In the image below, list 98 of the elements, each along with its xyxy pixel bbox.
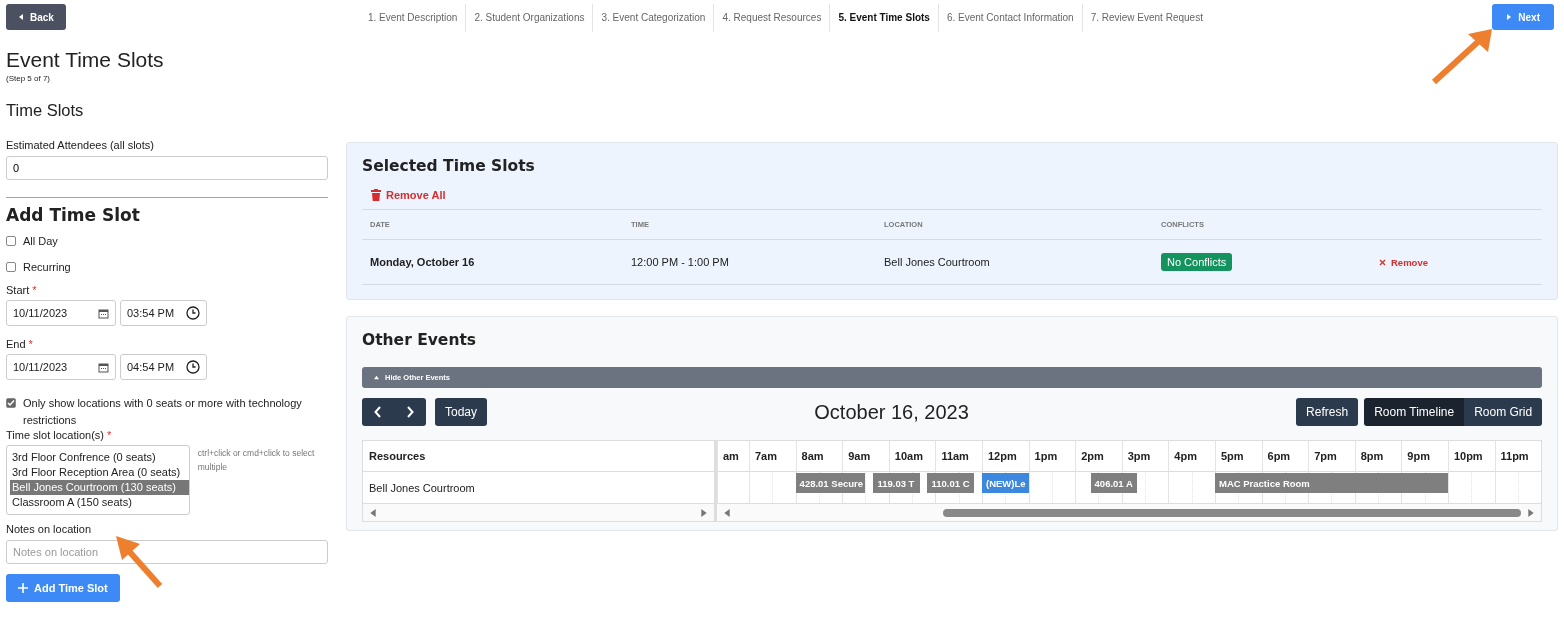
event-block[interactable]: 428.01 Secure	[795, 473, 866, 493]
notes-field[interactable]: Notes on location	[6, 540, 328, 564]
hour-label: 8am	[795, 441, 843, 471]
panel-title: Other Events	[362, 331, 478, 349]
section-title: Add Time Slot	[6, 205, 141, 225]
hour-label: 6pm	[1261, 441, 1309, 471]
field-label: End	[6, 338, 26, 350]
step-tab[interactable]: 4. Request Resources	[714, 4, 831, 32]
required-mark: *	[107, 429, 112, 441]
event-block[interactable]: 406.01 A	[1090, 473, 1138, 493]
hour-label: 7am	[749, 441, 796, 471]
step-tab[interactable]: 2. Student Organizations	[466, 4, 594, 32]
hour-label: 10am	[888, 441, 936, 471]
time-field[interactable]: 03:54 PM	[120, 300, 207, 326]
add-time-slot-button[interactable]: Add Time Slot	[6, 574, 120, 602]
step-indicator: (Step 5 of 7)	[6, 74, 52, 83]
table-cell-text: Monday, October 16	[370, 256, 476, 268]
step-tab[interactable]: 3. Event Categorization	[593, 4, 715, 32]
section-title: Time Slots	[6, 101, 85, 120]
event-block[interactable]: 110.01 C	[927, 473, 975, 493]
date-field[interactable]: 10/11/2023	[6, 300, 116, 326]
hour-label: 7pm	[1308, 441, 1355, 471]
hour-label: 1pm	[1028, 441, 1076, 471]
hour-label: am	[717, 441, 749, 471]
next-day-button[interactable]	[394, 398, 426, 426]
hour-label: 2pm	[1075, 441, 1122, 471]
checkbox[interactable]	[6, 236, 16, 246]
page-title: Event Time Slots	[6, 48, 165, 72]
hour-label: 5pm	[1214, 441, 1262, 471]
trash-icon	[371, 189, 381, 201]
checkbox-label: Recurring	[23, 260, 71, 275]
date-field[interactable]: 10/11/2023	[6, 354, 116, 380]
chevron-right-icon	[406, 406, 414, 418]
step-tab[interactable]: 1. Event Description	[359, 4, 467, 32]
remove-all-link[interactable]: Remove All	[362, 189, 446, 201]
panel-title: Selected Time Slots	[362, 157, 536, 175]
caret-right-icon	[1506, 14, 1513, 20]
close-icon	[1379, 258, 1386, 266]
table-cell-text: Bell Jones Courtroom	[884, 256, 991, 268]
today-button[interactable]: Today	[435, 398, 488, 426]
scroll-left-icon	[369, 508, 377, 517]
column-header: Resources	[363, 441, 714, 472]
field-label: Notes on location	[6, 523, 92, 535]
caret-left-icon	[18, 14, 24, 20]
field-label: Start	[6, 284, 30, 296]
hour-label: 8pm	[1354, 441, 1402, 471]
required-mark: *	[32, 284, 37, 296]
plus-icon	[18, 583, 28, 593]
location-listbox[interactable]: 3rd Floor Confrence (0 seats) 3rd Floor Reception Area (0 seats) Bell Jones Courtroom (130 seats) Classroom A (150 seats)	[6, 445, 190, 515]
list-option[interactable]: 3rd Floor Reception Area (0 seats)	[10, 465, 189, 480]
hour-label: 10pm	[1447, 441, 1495, 471]
checkbox[interactable]	[6, 398, 16, 408]
chevron-left-icon	[374, 406, 382, 418]
scroll-right-icon	[700, 508, 708, 517]
view-tab[interactable]: Room Grid	[1464, 398, 1543, 426]
back-button[interactable]: Back	[6, 4, 66, 30]
refresh-button[interactable]: Refresh	[1296, 398, 1359, 426]
step-tab[interactable]: 6. Event Contact Information	[938, 4, 1083, 32]
pointer-arrow-icon	[1430, 28, 1494, 86]
required-mark: *	[28, 338, 33, 350]
checkbox-label: All Day	[23, 234, 58, 249]
calendar-date: October 16, 2023	[813, 400, 970, 424]
step-tab[interactable]: 7. Review Event Request	[1082, 4, 1211, 32]
hour-label: 9pm	[1401, 441, 1448, 471]
event-block[interactable]: (NEW)Le	[982, 473, 1029, 493]
caret-up-icon	[374, 375, 379, 380]
remove-link[interactable]: Remove	[1370, 256, 1428, 268]
checkbox-label: Only show locations with 0 seats or more with technology restrictions	[23, 396, 303, 428]
time-field[interactable]: 04:54 PM	[120, 354, 207, 380]
scroll-left-icon	[723, 508, 731, 517]
scrollbar-thumb[interactable]	[943, 508, 1522, 517]
calendar-icon	[98, 361, 109, 373]
view-tab[interactable]: Room Timeline	[1364, 398, 1465, 426]
field-label: Estimated Attendees (all slots)	[6, 139, 155, 151]
table-cell-text: 12:00 PM - 1:00 PM	[631, 256, 730, 268]
calendar-icon	[98, 307, 109, 319]
checkbox[interactable]	[6, 262, 16, 272]
status-badge: No Conflicts	[1161, 253, 1233, 271]
scroll-right-icon	[1527, 508, 1536, 517]
event-block[interactable]: MAC Practice Room	[1215, 473, 1448, 493]
hour-label: 3pm	[1121, 441, 1169, 471]
field-label: Time slot location(s)	[6, 429, 104, 441]
hour-label: 12pm	[981, 441, 1029, 471]
event-block[interactable]: 119.03 T	[873, 473, 920, 493]
hour-label: 4pm	[1168, 441, 1215, 471]
previous-button[interactable]	[362, 398, 394, 426]
attendees-field[interactable]: 0	[6, 156, 328, 180]
hour-label: 11am	[935, 441, 982, 471]
list-option[interactable]: Classroom A (150 seats)	[10, 495, 189, 510]
clock-icon	[186, 306, 200, 320]
clock-icon	[186, 360, 200, 374]
hour-label: 9am	[842, 441, 889, 471]
hint-text: ctrl+click or cmd+click to select multiple	[197, 447, 316, 474]
step-tab[interactable]: 5. Event Time Slots	[830, 4, 939, 32]
list-option[interactable]: Bell Jones Courtroom (130 seats)	[10, 480, 189, 495]
hour-label: 11pm	[1494, 441, 1542, 471]
list-option[interactable]: 3rd Floor Confrence (0 seats)	[10, 450, 189, 465]
next-button[interactable]: Next	[1492, 4, 1554, 30]
